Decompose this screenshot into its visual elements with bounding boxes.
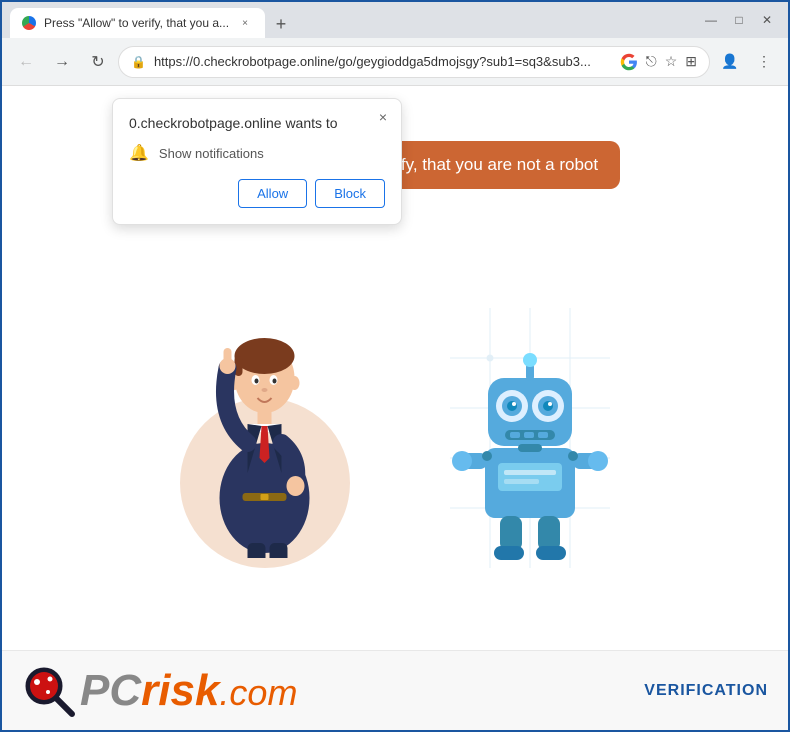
google-icon <box>620 53 638 71</box>
bookmark-icon: ☆ <box>665 53 678 70</box>
tab-search-icon: ⊞ <box>685 53 697 70</box>
verification-label: VERIFICATION <box>644 682 768 700</box>
title-bar: Press "Allow" to verify, that you a... ×… <box>2 2 788 38</box>
page-content: × 0.checkrobotpage.online wants to 🔔 Sho… <box>2 86 788 730</box>
person-figure <box>180 288 350 568</box>
characters-area <box>2 288 788 568</box>
window-controls: — □ ✕ <box>698 7 780 33</box>
toolbar: ← → ↻ 🔒 https://0.checkrobotpage.online/… <box>2 38 788 86</box>
close-button[interactable]: ✕ <box>754 7 780 33</box>
new-tab-button[interactable]: + <box>267 10 295 38</box>
logo-pc-text: PC <box>80 666 141 716</box>
allow-button[interactable]: Allow <box>238 179 307 208</box>
maximize-button[interactable]: □ <box>726 7 752 33</box>
permission-label: Show notifications <box>159 146 264 161</box>
popup-title: 0.checkrobotpage.online wants to <box>129 115 385 131</box>
browser-frame: Press "Allow" to verify, that you a... ×… <box>2 2 788 730</box>
branding-bar: PC risk .com VERIFICATION <box>2 650 788 730</box>
person-svg <box>188 298 343 558</box>
menu-button[interactable]: ⋮ <box>748 46 780 78</box>
logo-letters: PC risk .com <box>80 666 297 716</box>
logo-com-text: .com <box>219 672 297 714</box>
tab-area: Press "Allow" to verify, that you a... ×… <box>10 2 686 38</box>
robot-figure <box>450 308 610 568</box>
share-icon: ⎋ <box>646 53 657 70</box>
notification-popup: × 0.checkrobotpage.online wants to 🔔 Sho… <box>112 98 402 225</box>
tab-close-button[interactable]: × <box>237 15 253 31</box>
profile-icon[interactable]: 👤 <box>714 46 746 78</box>
popup-permission: 🔔 Show notifications <box>129 143 385 163</box>
back-button[interactable]: ← <box>10 46 42 78</box>
robot-svg <box>450 308 610 568</box>
pcrisk-logo: PC risk .com <box>22 664 297 718</box>
block-button[interactable]: Block <box>315 179 385 208</box>
bell-icon: 🔔 <box>129 143 149 163</box>
tab-title: Press "Allow" to verify, that you a... <box>44 16 229 30</box>
logo-magnifier-icon <box>22 664 76 718</box>
forward-button[interactable]: → <box>46 46 78 78</box>
toolbar-right: 👤 ⋮ <box>714 46 780 78</box>
lock-icon: 🔒 <box>131 55 146 69</box>
url-text: https://0.checkrobotpage.online/go/geygi… <box>154 54 612 69</box>
reload-button[interactable]: ↻ <box>82 46 114 78</box>
tab-favicon <box>22 16 36 30</box>
popup-buttons: Allow Block <box>129 179 385 208</box>
minimize-button[interactable]: — <box>698 7 724 33</box>
active-tab[interactable]: Press "Allow" to verify, that you a... × <box>10 8 265 38</box>
address-bar[interactable]: 🔒 https://0.checkrobotpage.online/go/gey… <box>118 46 710 78</box>
logo-risk-text: risk <box>141 666 219 716</box>
popup-close-button[interactable]: × <box>373 107 393 127</box>
